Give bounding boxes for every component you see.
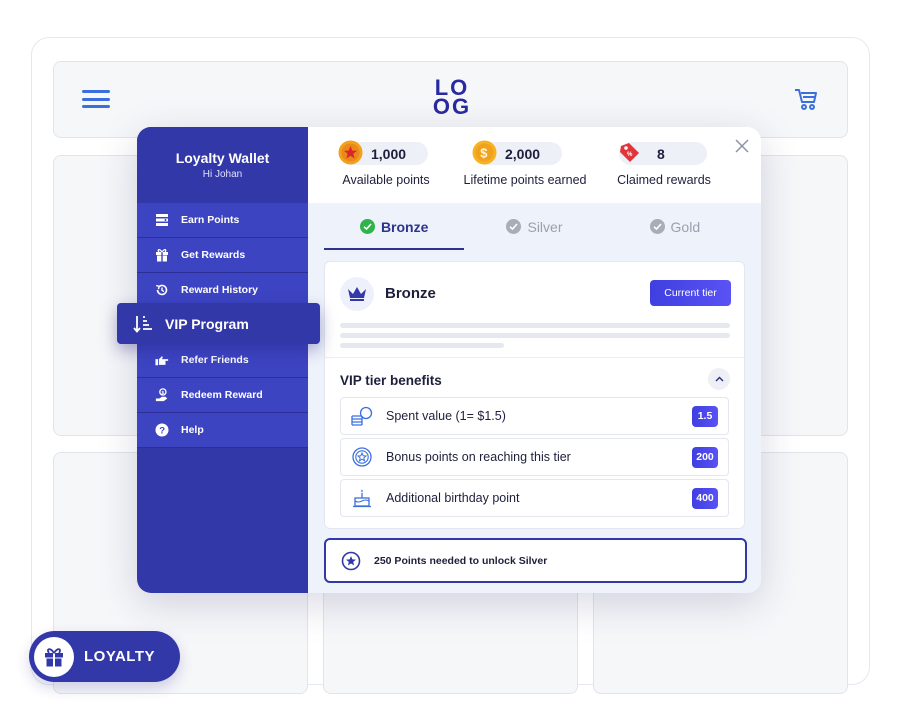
stat-pill: $ 2,000 (472, 140, 562, 165)
available-points-value: 1,000 (371, 145, 407, 162)
svg-text:$: $ (480, 146, 488, 161)
tier-tabs: Bronze Silver Gold (324, 203, 745, 250)
gift-icon (34, 636, 74, 677)
stat-pill: % 8 (619, 142, 707, 165)
chevron-up-icon[interactable] (708, 368, 730, 390)
sidebar-item-refer-friends[interactable]: Refer Friends (137, 343, 308, 378)
tier-card: Bronze Current tier VIP tier benefits Sp… (324, 261, 745, 529)
tier-panel: Bronze Silver Gold Bronze Current tier V… (308, 203, 761, 593)
benefit-row: Bonus points on reaching this tier 200 (340, 438, 729, 476)
tab-bronze[interactable]: Bronze (324, 203, 465, 250)
sidebar-item-label: Help (181, 424, 204, 436)
star-badge-icon (351, 446, 373, 468)
redeem-icon: $ (155, 388, 169, 402)
benefit-label: Additional birthday point (386, 491, 520, 505)
tab-silver[interactable]: Silver (464, 203, 604, 250)
stat-lifetime-points: $ 2,000 Lifetime points earned (461, 140, 589, 187)
benefit-row: Additional birthday point 400 (340, 479, 729, 517)
check-circle-icon (359, 219, 375, 234)
crown-icon (340, 277, 374, 311)
available-points-label: Available points (342, 173, 430, 187)
sidebar-title: Loyalty Wallet (175, 150, 270, 166)
check-circle-icon (649, 219, 665, 234)
tag-icon: % (620, 143, 639, 162)
tab-label: Gold (670, 218, 701, 235)
check-circle-icon (506, 219, 522, 234)
hamburger-menu-icon[interactable] (82, 90, 110, 108)
cake-icon (351, 487, 373, 509)
tier-name: Bronze (385, 285, 436, 302)
launcher-label: LOYALTY (84, 648, 156, 665)
description-placeholder-line (340, 323, 730, 328)
tab-gold[interactable]: Gold (605, 203, 745, 250)
benefit-value-badge: 1.5 (692, 405, 718, 427)
sidebar-item-get-rewards[interactable]: Get Rewards (137, 238, 308, 273)
description-placeholder-line (340, 333, 730, 338)
sidebar: Loyalty Wallet Hi Johan Earn Points Get … (137, 127, 308, 593)
benefits-title: VIP tier benefits (340, 373, 442, 388)
store-logo[interactable]: LO OG (432, 77, 472, 119)
modal-content: 1,000 Available points $ 2,000 Lifetime … (308, 127, 761, 593)
logo-line-2: OG (432, 94, 472, 119)
user-greeting: Hi Johan (202, 169, 243, 180)
claimed-rewards-value: 8 (657, 145, 665, 162)
sidebar-item-label: Redeem Reward (181, 389, 263, 401)
tab-label: Bronze (380, 218, 429, 235)
earn-points-icon (155, 213, 169, 227)
sidebar-item-label: VIP Program (165, 315, 249, 332)
star-circle-icon (341, 551, 361, 570)
svg-text:?: ? (159, 426, 165, 437)
dollar-coin-icon: $ (472, 140, 497, 165)
unlock-progress-banner: 250 Points needed to unlock Silver (324, 538, 747, 583)
cart-icon[interactable] (793, 86, 819, 112)
claimed-rewards-label: Claimed rewards (617, 173, 711, 187)
sidebar-item-label: Refer Friends (181, 354, 249, 366)
coins-icon (351, 405, 373, 427)
refer-hand-icon (155, 353, 169, 367)
sidebar-item-redeem-reward[interactable]: $ Redeem Reward (137, 378, 308, 413)
description-placeholder-line (340, 343, 504, 348)
sidebar-item-earn-points[interactable]: Earn Points (137, 203, 308, 238)
lifetime-points-label: Lifetime points earned (463, 173, 587, 187)
benefit-label: Bonus points on reaching this tier (386, 450, 571, 464)
svg-text:%: % (627, 152, 633, 158)
stat-pill: 1,000 (338, 140, 428, 165)
sidebar-item-label: Earn Points (181, 214, 240, 226)
svg-text:$: $ (161, 390, 164, 396)
benefit-value-badge: 400 (692, 487, 718, 509)
points-summary: 1,000 Available points $ 2,000 Lifetime … (308, 127, 761, 203)
tab-label: Silver (527, 218, 563, 235)
lifetime-points-value: 2,000 (505, 145, 541, 162)
star-coin-icon (338, 140, 363, 165)
benefit-value-badge: 200 (692, 446, 718, 468)
help-icon: ? (155, 423, 169, 437)
sidebar-item-label: Reward History (181, 284, 259, 296)
current-tier-button[interactable]: Current tier (650, 280, 731, 306)
benefit-label: Spent value (1= $1.5) (386, 409, 506, 423)
vip-sort-icon (133, 315, 152, 333)
stat-claimed-rewards: % 8 Claimed rewards (614, 142, 714, 187)
close-icon[interactable] (735, 139, 749, 153)
sidebar-header: Loyalty Wallet Hi Johan (137, 127, 308, 203)
sidebar-item-help[interactable]: ? Help (137, 413, 308, 448)
divider (325, 357, 744, 358)
gift-icon (155, 248, 169, 262)
benefit-row: Spent value (1= $1.5) 1.5 (340, 397, 729, 435)
sidebar-item-vip-program[interactable]: VIP Program (117, 303, 320, 344)
loyalty-launcher-button[interactable]: LOYALTY (29, 631, 180, 682)
unlock-text: 250 Points needed to unlock Silver (374, 554, 548, 567)
loyalty-modal: Loyalty Wallet Hi Johan Earn Points Get … (137, 127, 761, 593)
stat-available-points: 1,000 Available points (337, 140, 435, 187)
history-icon (155, 283, 169, 297)
sidebar-item-label: Get Rewards (181, 249, 246, 261)
